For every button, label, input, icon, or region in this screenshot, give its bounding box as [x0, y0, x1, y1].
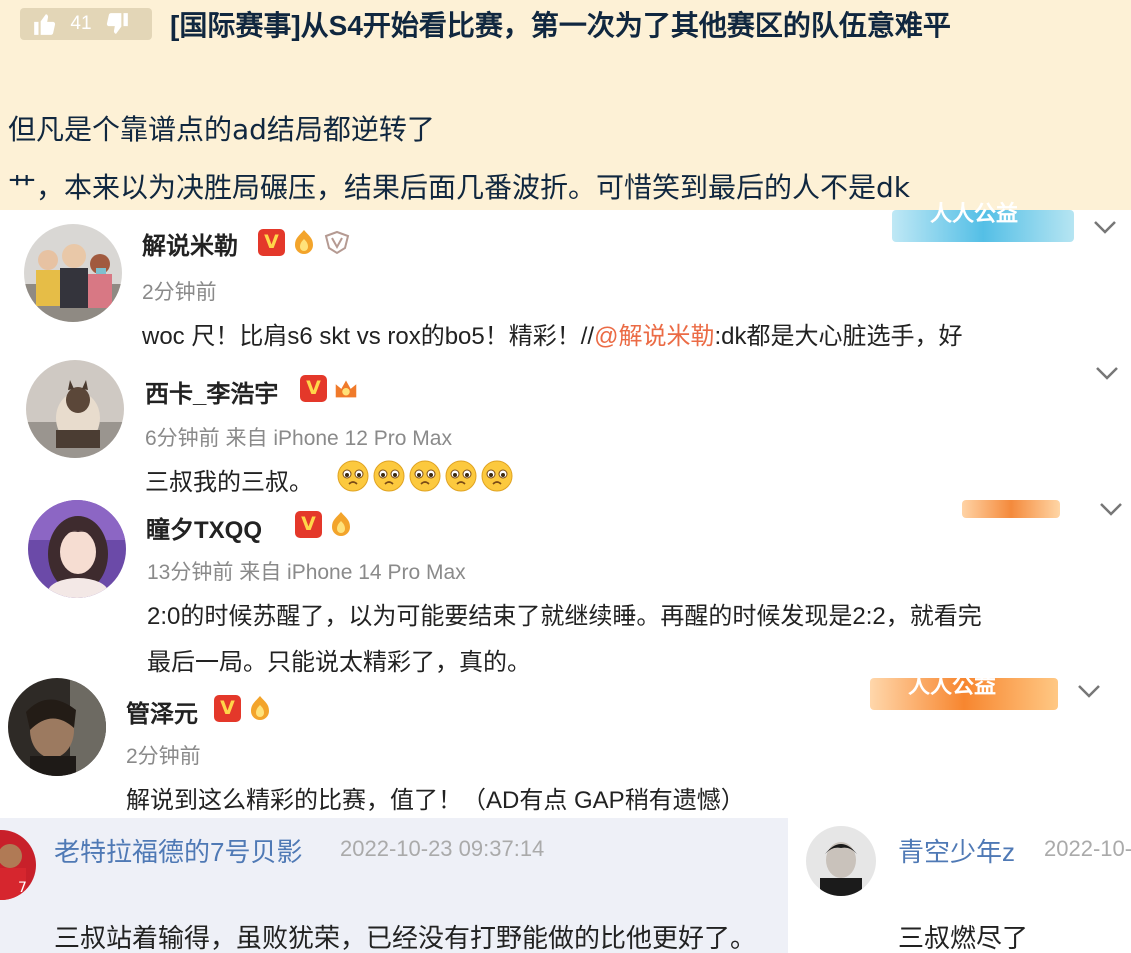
charity-banner[interactable] — [962, 500, 1060, 518]
post-body-line: 艹，本来以为决胜局碾压，结果后面几番波折。可惜笑到最后的人不是dk — [8, 171, 910, 204]
weibo-comment: 西卡_李浩宇 V 6分钟前 来自 iPhone 12 Pro Max 三叔我的三… — [0, 358, 1131, 500]
comment-text: woc 尺！比肩s6 skt vs rox的bo5！精彩！//@解说米勒:dk都… — [142, 316, 962, 351]
thumbs-down-icon[interactable] — [104, 11, 130, 37]
vote-widget: 41 — [20, 8, 152, 40]
reply-time: 2022-10-23 09:37:14 — [340, 836, 545, 861]
post-header: 41 [国际赛事]从S4开始看比赛，第一次为了其他赛区的队伍意难平 但凡是个靠谱… — [0, 0, 1131, 210]
charity-label: 人人公益 — [908, 674, 997, 699]
vip-flame-icon — [332, 512, 350, 536]
mention-link[interactable]: @解说米勒 — [594, 323, 714, 350]
pleading-face-icon — [337, 460, 369, 492]
avatar[interactable] — [806, 826, 876, 896]
pleading-face-icon — [373, 460, 405, 492]
pleading-face-icon — [409, 460, 441, 492]
thumbs-up-icon[interactable] — [32, 11, 58, 37]
vip-flame-icon — [295, 230, 313, 254]
badge-row: V — [295, 510, 355, 538]
reply-card: 青空少年z 2022-10- 三叔燃尽了 — [788, 818, 1131, 953]
reply-text: 三叔燃尽了 — [898, 923, 1029, 953]
emoji-row — [336, 459, 514, 493]
comment-text: 2:0的时候苏醒了，以为可能要结束了就继续睡。再醒的时候发现是2:2，就看完 — [147, 603, 982, 630]
chevron-down-icon[interactable] — [1098, 500, 1124, 518]
avatar[interactable] — [8, 678, 106, 776]
commenter-name[interactable]: 西卡_李浩宇 — [145, 374, 278, 409]
chevron-down-icon[interactable] — [1092, 218, 1118, 236]
comment-text: 最后一局。只能说太精彩了，真的。 — [147, 649, 531, 676]
post-body-line: 但凡是个靠谱点的ad结局都逆转了 — [8, 113, 435, 146]
pleading-face-icon — [445, 460, 477, 492]
vip-crown-icon — [335, 380, 357, 398]
chevron-down-icon[interactable] — [1094, 364, 1120, 382]
badge-row: V — [300, 374, 360, 402]
vip-flame-icon — [251, 696, 269, 720]
reply-author[interactable]: 青空少年z — [898, 832, 1015, 869]
comment-meta: 6分钟前 来自 iPhone 12 Pro Max — [145, 427, 452, 450]
verified-icon: V — [258, 228, 285, 256]
badge-row: V — [258, 228, 351, 256]
comment-text: 解说到这么精彩的比赛，值了！（AD有点 GAP稍有遗憾） — [126, 787, 745, 814]
verified-icon: V — [300, 374, 327, 402]
weibo-comment: 瞳夕TXQQ V 13分钟前 来自 iPhone 14 Pro Max 2:0的… — [0, 500, 1131, 678]
commenter-name[interactable]: 管泽元 — [126, 694, 198, 729]
avatar[interactable]: 7 — [0, 830, 36, 900]
vote-count: 41 — [70, 13, 92, 34]
weibo-comment: 管泽元 V 人人公益 2分钟前 解说到这么精彩的比赛，值了！（AD有点 GAP稍… — [0, 674, 1131, 818]
charity-label: 人人公益 — [930, 202, 1019, 227]
reply-card: 7 老特拉福德的7号贝影 2022-10-23 09:37:14 三叔站着输得，… — [0, 818, 788, 953]
commenter-name[interactable]: 瞳夕TXQQ — [146, 510, 262, 545]
verified-icon: V — [214, 694, 241, 722]
pleading-face-icon — [481, 460, 513, 492]
commenter-name[interactable]: 解说米勒 — [142, 226, 238, 261]
reply-time: 2022-10- — [1044, 836, 1131, 861]
verified-icon: V — [295, 510, 322, 538]
comment-text-part: :dk都是大心脏选手，好 — [714, 323, 963, 350]
comment-meta: 13分钟前 来自 iPhone 14 Pro Max — [147, 561, 466, 584]
avatar[interactable] — [26, 360, 124, 458]
weibo-comment: 解说米勒 V 人人公益 2分钟前 woc 尺！比肩s6 skt vs rox的b… — [0, 202, 1131, 358]
charity-banner[interactable]: 人人公益 — [892, 202, 1074, 242]
svg-text:7: 7 — [18, 880, 27, 896]
comment-text-part: woc 尺！比肩s6 skt vs rox的bo5！精彩！// — [142, 323, 595, 350]
avatar[interactable] — [28, 500, 126, 598]
comment-meta: 2分钟前 — [142, 281, 217, 304]
reply-author[interactable]: 老特拉福德的7号贝影 — [54, 832, 302, 869]
comment-text: 三叔我的三叔。 — [145, 469, 313, 496]
reply-strip: 7 老特拉福德的7号贝影 2022-10-23 09:37:14 三叔站着输得，… — [0, 818, 1131, 953]
charity-banner[interactable]: 人人公益 — [870, 674, 1058, 710]
reply-text: 三叔站着输得，虽败犹荣，已经没有打野能做的比他更好了。 — [54, 923, 757, 953]
post-title[interactable]: [国际赛事]从S4开始看比赛，第一次为了其他赛区的队伍意难平 — [170, 4, 951, 44]
worlds-logo-icon — [324, 230, 350, 255]
comment-meta: 2分钟前 — [126, 745, 201, 768]
avatar[interactable] — [24, 224, 122, 322]
chevron-down-icon[interactable] — [1076, 682, 1102, 700]
badge-row: V — [214, 694, 274, 722]
